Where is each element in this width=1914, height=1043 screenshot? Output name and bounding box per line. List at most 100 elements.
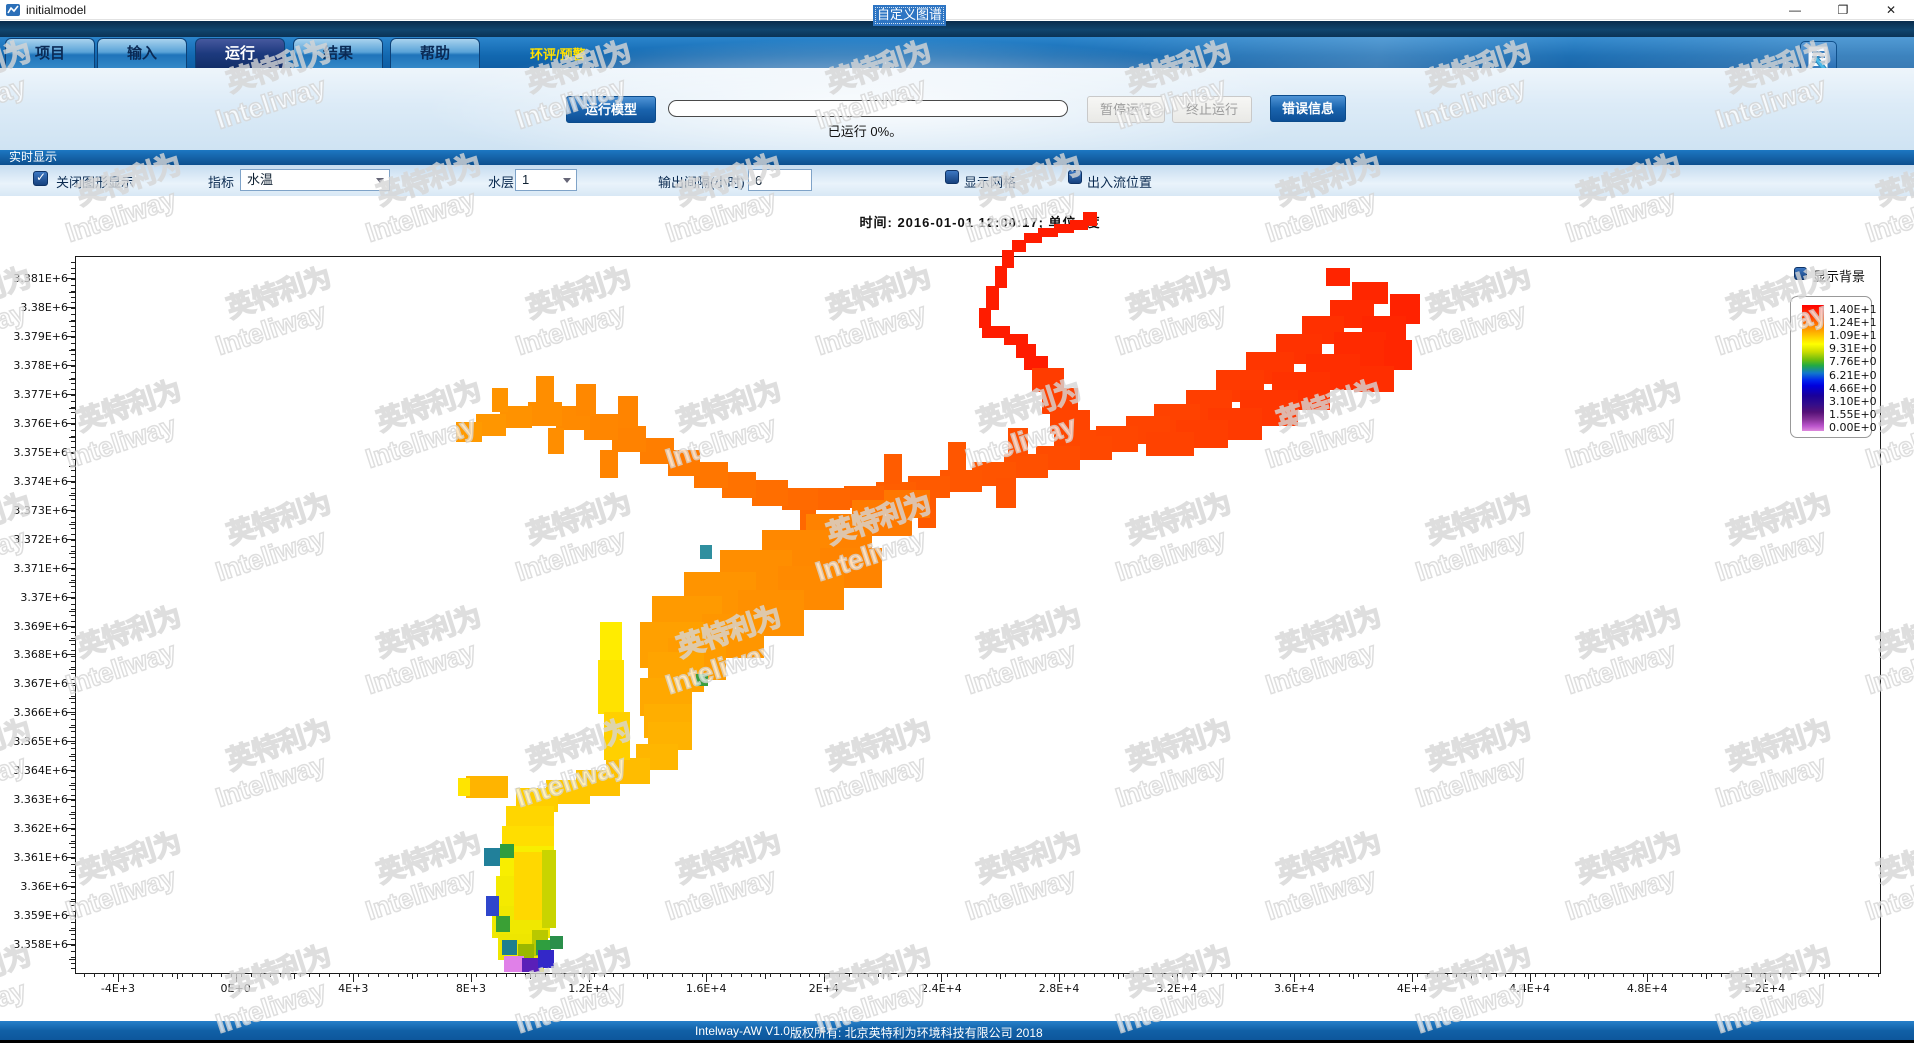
legend-value-label: 3.10E+0 [1829, 395, 1877, 408]
x-major-tick [1647, 973, 1648, 982]
interval-label: 输出间隔(小时) [658, 172, 745, 191]
x-major-tick [236, 973, 237, 982]
close-button[interactable]: ✕ [1872, 0, 1910, 20]
heatmap-cell [536, 376, 554, 404]
heatmap-cell [598, 660, 624, 714]
run-model-button[interactable]: 运行模型 [566, 96, 656, 123]
heatmap-cell [484, 848, 500, 866]
y-tick-label: 3.374E+6 [2, 475, 68, 488]
heatmap-cell [496, 916, 510, 932]
tab-input[interactable]: 输入 [97, 38, 187, 68]
indicator-dropdown[interactable]: 水温 [240, 169, 390, 191]
x-major-tick [118, 973, 119, 982]
legend-value-label: 1.24E+1 [1829, 316, 1877, 329]
y-tick-label: 3.38E+6 [2, 301, 68, 314]
heatmap-cell [1016, 344, 1036, 358]
heatmap-cell [604, 712, 630, 760]
heatmap-cell [995, 266, 1007, 288]
y-tick-label: 3.363E+6 [2, 793, 68, 806]
x-major-tick [1530, 973, 1531, 982]
legend-value-label: 1.55E+0 [1829, 408, 1877, 421]
top-navy-strip [0, 21, 1914, 37]
heatmap-cell [518, 944, 534, 958]
heatmap-cell [1354, 366, 1394, 392]
x-major-tick [1412, 973, 1413, 982]
heatmap-cell [1012, 240, 1026, 252]
show-background-checkbox[interactable] [1794, 267, 1807, 280]
indicator-label: 指标 [208, 172, 234, 191]
progress-caption: 已运行 0%。 [765, 121, 965, 140]
heatmap-cell [996, 478, 1016, 508]
x-major-tick [941, 973, 942, 982]
y-tick-label: 3.376E+6 [2, 417, 68, 430]
show-grid-checkbox[interactable] [945, 170, 959, 184]
x-major-tick [706, 973, 707, 982]
heatmap-cell [1008, 428, 1028, 456]
pause-run-button[interactable]: 暂停运行 [1087, 96, 1165, 123]
heatmap-cell [600, 450, 618, 478]
inout-flow-checkbox[interactable] [1068, 170, 1082, 184]
x-tick-label: 3.6E+4 [1259, 982, 1329, 995]
terminate-run-button[interactable]: 终止运行 [1172, 96, 1252, 123]
legend-value-label: 1.40E+1 [1829, 303, 1877, 316]
heatmap-cell [542, 850, 556, 928]
y-tick-label: 3.375E+6 [2, 446, 68, 459]
x-major-tick [1059, 973, 1060, 982]
tab-help[interactable]: 帮助 [390, 38, 480, 68]
restore-button[interactable]: ❐ [1824, 0, 1862, 20]
x-tick-label: 2.4E+4 [906, 982, 976, 995]
heatmap-cell [948, 442, 966, 472]
x-tick-label: 4E+4 [1377, 982, 1447, 995]
x-tick-label: 2.8E+4 [1024, 982, 1094, 995]
layer-value: 1 [522, 172, 529, 187]
heatmap-cell [486, 896, 499, 916]
color-scale-legend: 1.40E+11.24E+11.09E+19.31E+07.76E+06.21E… [1790, 296, 1872, 438]
heatmap-cell [1326, 268, 1350, 286]
y-tick-label: 3.36E+6 [2, 880, 68, 893]
heatmap-cell [458, 778, 470, 796]
x-tick-label: 0E+0 [201, 982, 271, 995]
interval-input[interactable] [748, 169, 812, 191]
heatmap-cell [528, 402, 562, 426]
y-tick-label: 3.365E+6 [2, 735, 68, 748]
custom-map-button[interactable]: 自定义图谱 [873, 5, 946, 26]
heatmap-cell [752, 480, 788, 506]
legend-value-label: 4.66E+0 [1829, 382, 1877, 395]
y-tick-label: 3.378E+6 [2, 359, 68, 372]
heatmap-cell [1024, 356, 1048, 370]
tab-results[interactable]: 结果 [293, 38, 383, 68]
minimize-button[interactable]: — [1776, 0, 1814, 20]
y-tick-label: 3.366E+6 [2, 706, 68, 719]
close-graphics-label: 关闭图形显示 [56, 172, 134, 191]
x-major-tick [1294, 973, 1295, 982]
heatmap-cell [550, 936, 563, 949]
y-tick-label: 3.361E+6 [2, 851, 68, 864]
legend-value-label: 7.76E+0 [1829, 355, 1877, 368]
watermark-text-en: Inteliway [0, 517, 45, 588]
layer-dropdown[interactable]: 1 [515, 169, 577, 191]
x-tick-label: 2E+4 [789, 982, 859, 995]
error-info-button[interactable]: 错误信息 [1270, 95, 1346, 122]
watermark-tile: 英特利为Inteliway [0, 939, 45, 1033]
y-tick-label: 3.379E+6 [2, 330, 68, 343]
y-tick-label: 3.364E+6 [2, 764, 68, 777]
heatmap-cell [500, 844, 514, 858]
window-title: initialmodel [26, 3, 86, 17]
heatmap-cell [884, 454, 902, 484]
watermark-text-cn: 英特利为 [0, 261, 35, 325]
x-tick-label: 3.2E+4 [1142, 982, 1212, 995]
heatmap-cell [538, 950, 554, 968]
x-tick-label: -4E+3 [83, 982, 153, 995]
y-tick-label: 3.372E+6 [2, 533, 68, 546]
tab-run[interactable]: 运行 [195, 38, 285, 68]
x-tick-label: 1.2E+4 [554, 982, 624, 995]
x-major-tick [1765, 973, 1766, 982]
close-graphics-checkbox[interactable] [33, 171, 48, 186]
heatmap-cell [492, 388, 508, 412]
y-tick-label: 3.369E+6 [2, 620, 68, 633]
heatmap-cell [1024, 233, 1042, 243]
heatmap-cell [696, 674, 708, 686]
tab-project[interactable]: 项目 [5, 38, 95, 68]
y-tick-label: 3.359E+6 [2, 909, 68, 922]
temperature-plume-heatmap [75, 208, 1881, 974]
